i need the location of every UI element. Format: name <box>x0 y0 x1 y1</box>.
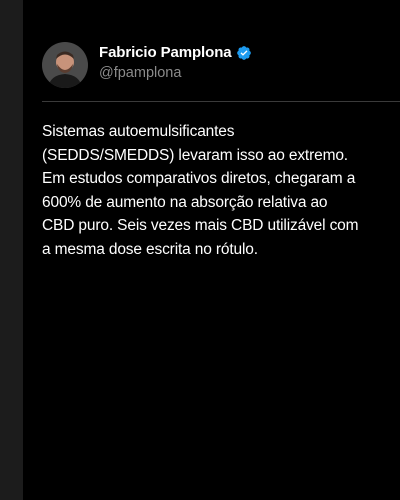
verified-badge-icon <box>236 45 252 61</box>
avatar[interactable] <box>42 42 88 88</box>
author-header: Fabricio Pamplona @fpamplona <box>42 42 252 88</box>
author-name[interactable]: Fabricio Pamplona <box>99 44 232 62</box>
author-name-row: Fabricio Pamplona <box>99 44 252 62</box>
author-handle[interactable]: @fpamplona <box>99 64 252 82</box>
post-text: Sistemas autoemulsificantes (SEDDS/SMEDD… <box>42 123 359 258</box>
divider <box>42 101 400 102</box>
author-identity: Fabricio Pamplona @fpamplona <box>99 44 252 82</box>
post-card: Fabricio Pamplona @fpamplona Sistemas au… <box>23 0 400 500</box>
